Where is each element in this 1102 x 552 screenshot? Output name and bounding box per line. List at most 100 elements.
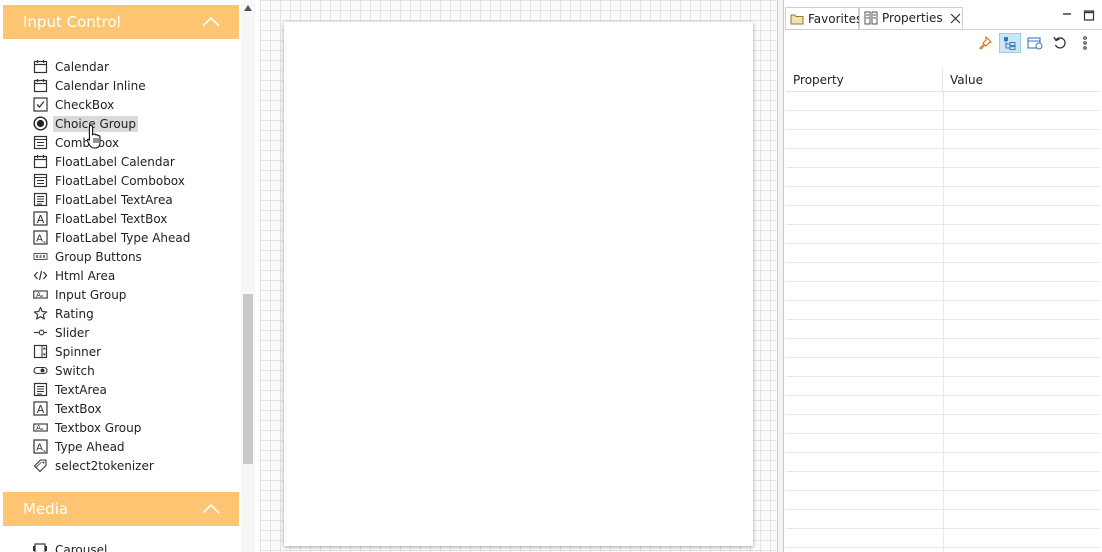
group-buttons-icon — [32, 249, 48, 265]
chevron-up-icon[interactable] — [201, 499, 221, 519]
restore-default-icon[interactable] — [1049, 33, 1071, 53]
palette-item-label: TextBox — [55, 401, 102, 416]
palette-item-label: FloatLabel Type Ahead — [55, 230, 191, 245]
svg-text:A: A — [36, 213, 44, 226]
palette-item-label: Rating — [55, 306, 94, 321]
properties-icon — [864, 11, 878, 25]
palette-item-list: Calendar Calendar Inline CheckBox Choice Gr… — [32, 57, 232, 475]
svg-text:A: A — [36, 443, 43, 454]
textbox-icon: A — [32, 211, 48, 227]
column-header-property[interactable]: Property — [786, 68, 943, 91]
palette-item-label: Textbox Group — [55, 420, 142, 435]
tag-icon — [32, 458, 48, 474]
typeahead-icon: A — [32, 439, 48, 455]
palette-item-slider[interactable]: Slider — [32, 323, 232, 342]
column-header-value[interactable]: Value — [943, 68, 1100, 91]
pin-icon[interactable] — [974, 33, 996, 53]
palette-item-label: Carousel — [55, 542, 108, 552]
scroll-up-arrow-icon[interactable] — [244, 5, 252, 11]
input-group-icon: A — [32, 287, 48, 303]
slider-icon — [32, 325, 48, 341]
carousel-icon — [32, 542, 48, 552]
textarea-icon — [32, 382, 48, 398]
star-icon — [32, 306, 48, 322]
palette-item-input-group[interactable]: A Input Group — [32, 285, 232, 304]
palette-item-checkbox[interactable]: CheckBox — [32, 95, 232, 114]
typeahead-icon: A — [32, 230, 48, 246]
design-canvas[interactable] — [260, 0, 778, 552]
palette-item-label: Combobox — [55, 135, 120, 150]
palette-item-floatlabel-calendar[interactable]: FloatLabel Calendar — [32, 152, 232, 171]
palette-item-html-area[interactable]: Html Area — [32, 266, 232, 285]
minimize-icon[interactable] — [1060, 7, 1074, 23]
palette-item-calendar-inline[interactable]: Calendar Inline — [32, 76, 232, 95]
palette-item-label: Spinner — [55, 344, 102, 359]
section-header-media[interactable]: Media — [3, 492, 239, 526]
close-icon[interactable] — [950, 12, 961, 24]
palette-item-label: FloatLabel Calendar — [55, 154, 175, 169]
chevron-up-icon[interactable] — [201, 12, 221, 32]
palette-item-spinner[interactable]: Spinner — [32, 342, 232, 361]
palette-item-label: CheckBox — [55, 97, 115, 112]
advanced-icon[interactable] — [1024, 33, 1046, 53]
palette-item-group-buttons[interactable]: Group Buttons — [32, 247, 232, 266]
panel-splitter[interactable] — [778, 0, 784, 552]
design-page[interactable] — [284, 22, 753, 546]
palette-item-label: FloatLabel TextArea — [55, 192, 173, 207]
view-tab-bar: Favorites Properties — [785, 5, 1102, 30]
section-header-input-control[interactable]: Input Control — [3, 5, 239, 39]
palette-item-label: Html Area — [55, 268, 116, 283]
maximize-icon[interactable] — [1082, 7, 1096, 23]
palette-item-label: Type Ahead — [55, 439, 125, 454]
input-group-icon: A — [32, 420, 48, 436]
textarea-icon — [32, 192, 48, 208]
svg-text:A: A — [36, 291, 41, 299]
property-sheet: Property Value — [786, 68, 1100, 552]
ui-designer-window: Input Control Calendar Calendar Inline Che… — [0, 0, 1102, 552]
palette-item-label: select2tokenizer — [55, 458, 154, 473]
palette-item-type-ahead[interactable]: A Type Ahead — [32, 437, 232, 456]
palette-item-carousel[interactable]: Carousel — [32, 540, 109, 552]
tab-favorites[interactable]: Favorites — [785, 7, 863, 29]
calendar-icon — [32, 59, 48, 75]
palette-item-switch[interactable]: Switch — [32, 361, 232, 380]
palette-item-floatlabel-combobox[interactable]: FloatLabel Combobox — [32, 171, 232, 190]
palette-scrollbar[interactable] — [241, 0, 255, 552]
palette-item-floatlabel-textarea[interactable]: FloatLabel TextArea — [32, 190, 232, 209]
textbox-icon: A — [32, 401, 48, 417]
palette-item-label: FloatLabel Combobox — [55, 173, 185, 188]
section-title: Media — [23, 500, 69, 518]
view-menu-icon[interactable] — [1074, 33, 1096, 53]
palette-item-label: Choice Group — [53, 115, 138, 132]
palette-item-calendar[interactable]: Calendar — [32, 57, 232, 76]
palette-item-textarea[interactable]: TextArea — [32, 380, 232, 399]
component-palette: Input Control Calendar Calendar Inline Che… — [0, 0, 260, 552]
palette-item-textbox[interactable]: A TextBox — [32, 399, 232, 418]
tab-label: Favorites — [808, 11, 863, 26]
palette-item-floatlabel-textbox[interactable]: A FloatLabel TextBox — [32, 209, 232, 228]
categories-icon[interactable] — [999, 33, 1021, 53]
combobox-icon — [32, 173, 48, 189]
palette-item-label: FloatLabel TextBox — [55, 211, 168, 226]
palette-item-textbox-group[interactable]: A Textbox Group — [32, 418, 232, 437]
calendar-icon — [32, 78, 48, 94]
palette-item-rating[interactable]: Rating — [32, 304, 232, 323]
palette-item-label: Switch — [55, 363, 95, 378]
calendar-icon — [32, 154, 48, 170]
tab-label: Properties — [882, 11, 943, 25]
checkbox-icon — [32, 97, 48, 113]
palette-item-label: Slider — [55, 325, 90, 340]
tab-properties[interactable]: Properties — [859, 7, 963, 29]
palette-item-label: Calendar — [55, 59, 109, 74]
radio-icon — [32, 116, 48, 132]
properties-toolbar — [974, 33, 1096, 53]
scrollbar-thumb[interactable] — [243, 294, 253, 464]
properties-panel: Favorites Properties Property Value — [785, 0, 1102, 552]
palette-item-label: Group Buttons — [55, 249, 142, 264]
palette-item-floatlabel-type-ahead[interactable]: A FloatLabel Type Ahead — [32, 228, 232, 247]
palette-item-combobox[interactable]: Combobox — [32, 133, 232, 152]
section-title: Input Control — [23, 13, 121, 31]
palette-item-select2tokenizer[interactable]: select2tokenizer — [32, 456, 232, 475]
palette-item-choice-group[interactable]: Choice Group — [32, 114, 232, 133]
combobox-icon — [32, 135, 48, 151]
